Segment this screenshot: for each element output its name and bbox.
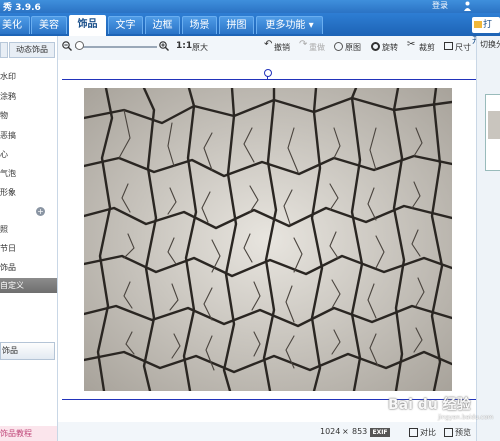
zoom-slider-track[interactable] xyxy=(75,46,157,48)
tab-more-functions[interactable]: 更多功能 ▾ xyxy=(256,16,323,34)
original-image-icon[interactable] xyxy=(334,42,343,51)
image-width: 1024 xyxy=(320,427,341,436)
sidebar-tab-dynamic[interactable]: 动态饰品 xyxy=(9,42,55,58)
size-button[interactable]: 尺寸 xyxy=(455,42,471,53)
sidebar-item-blank[interactable] xyxy=(0,204,57,219)
editor-toolbar: 1:1 原大 ↶ 撤销 ↷ 重做 原图 旋转 ✂ 裁剪 尺寸 xyxy=(58,36,476,58)
image-height: 853 xyxy=(352,427,368,436)
status-bar: 1024 × 853 EXIF 对比 预览 xyxy=(58,426,476,441)
tab-text[interactable]: 文字 xyxy=(108,16,143,34)
right-panel: 切换分 xyxy=(476,36,500,441)
zoom-in-icon[interactable] xyxy=(159,41,169,51)
user-icon xyxy=(464,1,471,11)
sidebar-item-prank[interactable]: 恶搞 xyxy=(0,128,57,143)
dimension-separator: × xyxy=(342,427,349,436)
title-bar: 秀 3.9.6 登录 xyxy=(0,0,500,13)
exif-button[interactable]: EXIF xyxy=(370,428,390,437)
baidu-watermark: Bai du 经验 xyxy=(388,397,471,413)
accessory-tutorial-link[interactable]: 饰品教程 xyxy=(0,426,57,441)
rotate-button[interactable]: 旋转 xyxy=(382,42,398,53)
sidebar-item-watermark[interactable]: 水印 xyxy=(0,69,57,84)
tab-frame[interactable]: 边框 xyxy=(145,16,180,34)
tab-beauty[interactable]: 美容 xyxy=(31,16,67,34)
plus-icon[interactable]: + xyxy=(36,207,45,216)
sidebar-item-avatar[interactable]: 形象 xyxy=(0,185,57,200)
baidu-watermark-url: jingyan.baidu.com xyxy=(438,414,494,421)
redo-icon[interactable]: ↷ xyxy=(299,39,307,50)
redo-button[interactable]: 重做 xyxy=(309,42,325,53)
switch-image-label: 切换分 xyxy=(480,40,500,49)
preview-icon[interactable] xyxy=(444,428,453,437)
sidebar-item-bubble[interactable]: 气泡 xyxy=(0,166,57,181)
sidebar-item-heart[interactable]: 心 xyxy=(0,147,57,162)
sidebar-item-accessory[interactable]: 饰品 xyxy=(0,260,57,275)
compare-icon[interactable] xyxy=(409,428,418,437)
sidebar-item-doodle[interactable]: 涂鸦 xyxy=(0,89,57,104)
crop-button[interactable]: 裁剪 xyxy=(419,42,435,53)
zoom-ratio[interactable]: 1:1 xyxy=(176,41,192,51)
resize-icon[interactable] xyxy=(444,42,453,50)
zoom-slider-thumb[interactable] xyxy=(75,41,84,50)
sidebar-header: 动态饰品 xyxy=(0,40,57,60)
sidebar-item-objects[interactable]: 物 xyxy=(0,108,57,123)
scissors-icon[interactable]: ✂ xyxy=(407,39,415,50)
sidebar-tab-static[interactable] xyxy=(0,42,8,58)
rotate-icon[interactable] xyxy=(371,42,380,51)
cracked-earth-image xyxy=(84,88,452,391)
cracked-earth-photo xyxy=(84,88,452,391)
preview-button[interactable]: 预览 xyxy=(455,427,471,438)
zoom-out-icon[interactable] xyxy=(62,41,72,51)
undo-icon[interactable]: ↶ xyxy=(264,39,272,50)
original-image-button[interactable]: 原图 xyxy=(345,42,361,53)
tab-accessories[interactable]: 饰品 xyxy=(69,15,106,36)
sidebar-accessory-button[interactable]: 饰品 xyxy=(0,342,55,360)
image-thumbnail[interactable] xyxy=(485,94,500,171)
original-size-button[interactable]: 原大 xyxy=(192,42,208,53)
tab-scene[interactable]: 场景 xyxy=(182,16,217,34)
accessory-sidebar: 动态饰品 水印 涂鸦 物 恶搞 心 气泡 形象 + 照 节日 饰品 自定义 饰品… xyxy=(0,36,58,441)
login-link[interactable]: 登录 xyxy=(432,0,448,11)
tab-beautify[interactable]: 美化 xyxy=(0,16,30,34)
sidebar-item-custom[interactable]: 自定义 xyxy=(0,278,57,293)
undo-button[interactable]: 撤销 xyxy=(274,42,290,53)
guide-handle[interactable] xyxy=(264,69,272,77)
app-title: 秀 3.9.6 xyxy=(3,3,41,13)
tab-collage[interactable]: 拼图 xyxy=(219,16,254,34)
sidebar-item-photo[interactable]: 照 xyxy=(0,222,57,237)
sidebar-item-holiday[interactable]: 节日 xyxy=(0,241,57,256)
main-tab-bar: 美化 美容 饰品 文字 边框 场景 拼图 更多功能 ▾ 打开 xyxy=(0,13,500,46)
open-button[interactable]: 打开 xyxy=(472,17,500,46)
compare-button[interactable]: 对比 xyxy=(420,427,436,438)
folder-icon xyxy=(474,21,482,28)
top-guide-line xyxy=(62,79,476,80)
